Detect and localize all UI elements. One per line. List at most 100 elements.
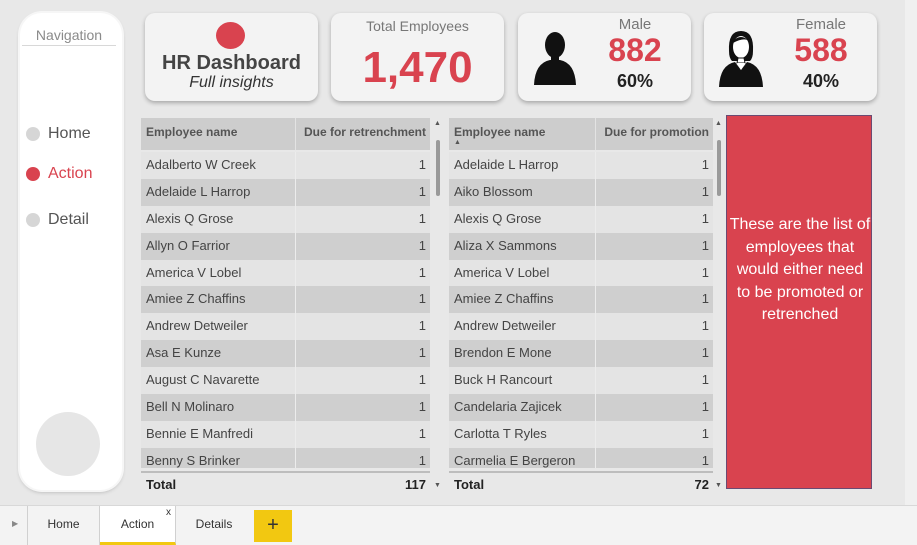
employee-name-cell: Buck H Rancourt [454,372,553,388]
table-row[interactable]: Carmelia E Bergeron 1 [449,447,713,468]
employee-name-cell: Bennie E Manfredi [146,425,253,441]
table-row[interactable]: Adelaide L Harrop 1 [141,178,430,206]
scroll-thumb[interactable] [436,140,440,196]
due-count-cell: 1 [418,345,426,361]
table-header: Employee name Due for retrenchment [141,118,430,150]
scroll-thumb[interactable] [717,140,721,196]
cell-divider [295,420,296,448]
table-row[interactable]: August C Navarette 1 [141,367,430,395]
column-divider [595,118,596,150]
tab-details[interactable]: Details [176,506,252,545]
cell-divider [295,394,296,421]
tab-home[interactable]: Home [28,506,100,545]
table-row[interactable]: Amiee Z Chaffins 1 [449,286,713,314]
nav-item-action[interactable]: Action [26,165,92,183]
close-icon[interactable]: x [166,495,171,531]
table-row[interactable]: Carlotta T Ryles 1 [449,420,713,448]
due-count-cell: 1 [418,264,426,280]
employee-name-cell: Alexis Q Grose [454,210,542,226]
table-row[interactable]: Asa E Kunze 1 [141,340,430,368]
scroll-down-icon[interactable]: ▼ [715,482,722,489]
table-header: Employee name ▲ Due for promotion [449,118,713,150]
female-person-icon [719,31,763,87]
due-count-cell: 1 [701,237,709,253]
cell-divider [595,205,596,233]
table-row[interactable]: Aiko Blossom 1 [449,178,713,206]
column-header-due-promotion[interactable]: Due for promotion [597,125,709,139]
table-row[interactable]: Candelaria Zajicek 1 [449,394,713,421]
scroll-up-icon[interactable]: ▲ [715,120,722,127]
table-row[interactable]: Aliza X Sammons 1 [449,232,713,260]
cell-divider [295,367,296,395]
table-row[interactable]: Adalberto W Creek 1 [141,152,430,179]
total-label: Total [146,477,177,492]
male-person-icon [534,32,576,85]
tab-scroll-arrow[interactable]: ▶ [0,506,28,545]
scroll-up-icon[interactable]: ▲ [434,120,441,127]
chevron-right-icon: ▶ [12,519,19,528]
nav-item-detail[interactable]: Detail [26,211,89,229]
add-page-button[interactable]: + [254,510,292,542]
scroll-down-icon[interactable]: ▼ [434,482,441,489]
table-scrollbar[interactable]: ▲ ▼ [433,118,443,493]
column-header-employee-name[interactable]: Employee name [454,125,545,139]
total-label: Total [454,477,485,492]
table-row[interactable]: Amiee Z Chaffins 1 [141,286,430,314]
sort-ascending-icon: ▲ [454,139,461,146]
cell-divider [595,420,596,448]
column-header-due-retrenchment[interactable]: Due for retrenchment [297,125,426,139]
employee-name-cell: Amiee Z Chaffins [454,291,554,307]
total-employees-card: Total Employees 1,470 [331,13,504,101]
due-count-cell: 1 [418,452,426,468]
employee-name-cell: Bell N Molinaro [146,399,235,415]
table-row[interactable]: Alexis Q Grose 1 [141,205,430,233]
employee-name-cell: Carlotta T Ryles [454,425,547,441]
cell-divider [295,447,296,468]
nav-circle-shape [36,412,100,476]
employee-name-cell: Benny S Brinker [146,452,240,468]
total-value: 72 [694,477,709,492]
table-body: Adelaide L Harrop 1 Aiko Blossom 1 Alexis Q … [449,152,713,468]
table-row[interactable]: Allyn O Farrior 1 [141,232,430,260]
cell-divider [295,205,296,233]
due-count-cell: 1 [418,157,426,172]
nav-item-label: Home [48,125,91,142]
nav-item-home[interactable]: Home [26,125,91,143]
table-row[interactable]: Bell N Molinaro 1 [141,394,430,421]
table-row[interactable]: Buck H Rancourt 1 [449,367,713,395]
table-row[interactable]: America V Lobel 1 [141,259,430,287]
employee-name-cell: America V Lobel [454,264,550,280]
due-count-cell: 1 [418,237,426,253]
tab-action[interactable]: Action x [100,506,176,545]
cell-divider [595,259,596,287]
cell-divider [595,394,596,421]
employee-name-cell: August C Navarette [146,372,260,388]
due-count-cell: 1 [701,452,709,468]
table-row[interactable]: Andrew Detweiler 1 [141,313,430,341]
employee-name-cell: Asa E Kunze [146,345,222,361]
nav-dot-icon [26,167,40,181]
cell-divider [295,232,296,260]
due-count-cell: 1 [701,210,709,226]
table-scrollbar[interactable]: ▲ ▼ [714,118,724,493]
cell-divider [295,313,296,341]
table-row[interactable]: Andrew Detweiler 1 [449,313,713,341]
table-row[interactable]: Bennie E Manfredi 1 [141,420,430,448]
table-row[interactable]: Alexis Q Grose 1 [449,205,713,233]
column-header-employee-name[interactable]: Employee name [146,125,237,139]
due-count-cell: 1 [701,157,709,172]
promotion-table: Employee name ▲ Due for promotion Adelai… [449,118,723,493]
navigation-title: Navigation [22,27,116,46]
due-count-cell: 1 [418,372,426,388]
table-row[interactable]: Benny S Brinker 1 [141,447,430,468]
tab-label: Action [120,517,155,531]
cell-divider [595,286,596,314]
table-row[interactable]: Adelaide L Harrop 1 [449,152,713,179]
due-count-cell: 1 [418,183,426,199]
canvas-scrollbar[interactable] [905,0,917,505]
table-body: Adalberto W Creek 1 Adelaide L Harrop 1 Alex… [141,152,430,468]
due-count-cell: 1 [701,345,709,361]
table-row[interactable]: America V Lobel 1 [449,259,713,287]
table-row[interactable]: Brendon E Mone 1 [449,340,713,368]
male-label: Male [618,16,652,33]
